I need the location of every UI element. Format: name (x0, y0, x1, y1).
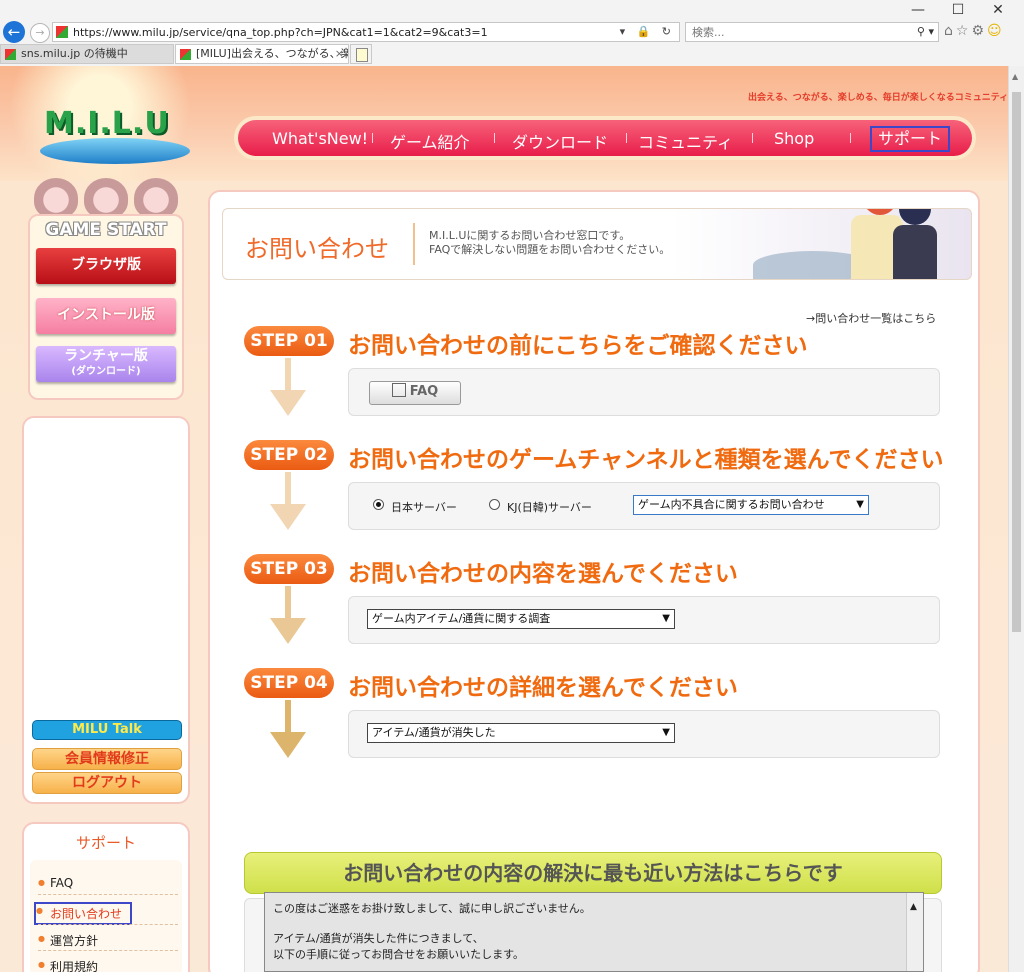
inquiry-header: お問い合わせ M.I.L.Uに関するお問い合わせ窓口です。 FAQで解決しない問… (222, 208, 972, 280)
star-icon[interactable]: ☆ (956, 23, 972, 39)
down-arrow-icon (268, 700, 308, 764)
address-url[interactable]: https://www.milu.jp/service/qna_top.php?… (73, 26, 488, 39)
browser-version-button[interactable]: ブラウザ版 (36, 248, 176, 284)
solution-box: 【解決方法(Solution)】 (244, 898, 942, 972)
milu-talk-button[interactable]: MILU Talk (32, 720, 182, 740)
category-select[interactable]: ゲーム内不具合に関するお問い合わせ ▼ (633, 495, 869, 515)
game-start-panel: GAME START ブラウザ版 インストール版 ランチャー版 (ダウンロード) (28, 178, 184, 400)
step-badge: STEP 01 (244, 326, 334, 356)
step-badge: STEP 02 (244, 440, 334, 470)
close-icon[interactable]: ✕ (978, 2, 1018, 18)
bear-mascot-icon (34, 178, 78, 218)
search-icon[interactable]: ⚲ ▾ (917, 25, 934, 38)
nav-community[interactable]: コミュニティ (638, 129, 733, 153)
tab-strip: sns.milu.jp の待機中 [MILU]出会える、つながる、楽し... × (0, 44, 1024, 64)
toolbar-icons: ⌂☆⚙☺ (944, 23, 1005, 39)
down-arrow-icon (268, 358, 308, 422)
support-item-faq[interactable]: FAQ (38, 876, 73, 890)
nav-download[interactable]: ダウンロード (512, 129, 608, 153)
address-controls[interactable]: ▾ 🔒 ↻ (620, 25, 675, 38)
home-icon[interactable]: ⌂ (944, 23, 956, 39)
chevron-down-icon: ▼ (856, 499, 864, 510)
gear-icon[interactable]: ⚙ (971, 23, 987, 39)
nav-game-intro[interactable]: ゲーム紹介 (390, 129, 470, 153)
step-title: お問い合わせの前にこちらをご確認ください (348, 333, 808, 359)
launcher-label: ランチャー版 (64, 348, 148, 364)
faq-icon (391, 383, 406, 397)
detail-select[interactable]: アイテム/通貨が消失した ▼ (367, 723, 675, 743)
support-item-policy[interactable]: 運営方針 (38, 932, 98, 949)
new-tab-icon (356, 48, 368, 62)
content-select[interactable]: ゲーム内アイテム/通貨に関する調査 ▼ (367, 609, 675, 629)
step-badge: STEP 03 (244, 554, 334, 584)
nav-whats-new[interactable]: What'sNew! (272, 129, 368, 148)
game-start-title: GAME START (45, 220, 167, 240)
support-menu: サポート FAQ お問い合わせ 運営方針 利用規約 (22, 822, 190, 972)
step-title: お問い合わせのゲームチャンネルと種類を選んでください (348, 447, 944, 473)
bear-mascot-icon (134, 178, 178, 218)
tab-close-icon[interactable]: × (335, 45, 344, 63)
nav-shop[interactable]: Shop (774, 129, 814, 148)
page: M.I.L.U 出会える、つながる、楽しめる、毎日が楽しくなるコミュニティゲーム… (0, 66, 1008, 972)
page-description: M.I.L.Uに関するお問い合わせ窓口です。 FAQで解決しない問題をお問い合わ… (429, 229, 671, 256)
support-menu-title: サポート (75, 834, 136, 852)
forward-button[interactable]: → (30, 23, 50, 43)
launcher-version-button[interactable]: ランチャー版 (ダウンロード) (36, 346, 176, 382)
minimize-icon[interactable]: — (898, 2, 938, 18)
step-title: お問い合わせの内容を選んでください (348, 561, 738, 587)
main-nav: What'sNew! ゲーム紹介 ダウンロード コミュニティ Shop サポート (234, 116, 976, 160)
page-scrollbar[interactable]: ▲ (1008, 66, 1024, 972)
inquiry-panel: お問い合わせ M.I.L.Uに関するお問い合わせ窓口です。 FAQで解決しない問… (208, 190, 980, 972)
member-edit-button[interactable]: 会員情報修正 (32, 748, 182, 770)
tagline: 出会える、つながる、楽しめる、毎日が楽しくなるコミュニティゲーム！！ (748, 93, 1008, 103)
scrollbar-thumb[interactable] (1012, 92, 1021, 632)
tab-favicon-icon (5, 49, 16, 60)
tab-label: [MILU]出会える、つながる、楽し... (196, 47, 348, 60)
solution-label: 【解決方法(Solution)】 (265, 935, 385, 948)
install-version-button[interactable]: インストール版 (36, 298, 176, 334)
inquiry-list-link[interactable]: →問い合わせ一覧はこちら (806, 310, 936, 326)
chevron-down-icon: ▼ (662, 727, 670, 738)
search-box[interactable]: ⚲ ▾ (685, 22, 939, 42)
logout-button[interactable]: ログアウト (32, 772, 182, 794)
page-title: お問い合わせ (245, 235, 389, 263)
step-title: お問い合わせの詳細を選んでください (348, 675, 738, 701)
address-bar[interactable]: https://www.milu.jp/service/qna_top.php?… (52, 22, 680, 42)
support-item-terms[interactable]: 利用規約 (38, 958, 98, 972)
tab-label: sns.milu.jp の待機中 (21, 47, 128, 60)
support-item-inquiry[interactable]: お問い合わせ (34, 902, 133, 925)
result-heading: お問い合わせの内容の解決に最も近い方法はこちらです (244, 852, 942, 894)
tab-favicon-icon (180, 49, 191, 60)
user-mini-panel: MILU Talk 会員情報修正 ログアウト (22, 416, 190, 804)
radio-japan-server[interactable]: 日本サーバー (373, 499, 457, 515)
browser-chrome: — ☐ ✕ ← → https://www.milu.jp/service/qna_… (0, 0, 1024, 66)
radio-kj-server[interactable]: KJ(日韓)サーバー (489, 499, 592, 515)
step-badge: STEP 04 (244, 668, 334, 698)
nav-support[interactable]: サポート (870, 126, 951, 152)
logo-text: M.I.L.U (44, 106, 170, 141)
chevron-down-icon: ▼ (662, 613, 670, 624)
site-favicon-icon (56, 26, 68, 38)
smiley-icon[interactable]: ☺ (987, 23, 1005, 39)
logo-wave (40, 138, 190, 164)
new-tab-button[interactable] (350, 44, 372, 64)
down-arrow-icon (268, 586, 308, 650)
down-arrow-icon (268, 472, 308, 536)
tab-sns[interactable]: sns.milu.jp の待機中 (0, 44, 174, 64)
back-button[interactable]: ← (3, 21, 25, 43)
bear-mascot-icon (84, 178, 128, 218)
tab-milu[interactable]: [MILU]出会える、つながる、楽し... × (175, 44, 349, 64)
faq-button[interactable]: FAQ (369, 381, 461, 405)
characters-illustration (753, 209, 971, 279)
window-controls: — ☐ ✕ (898, 2, 1018, 18)
launcher-sublabel: (ダウンロード) (71, 366, 141, 377)
maximize-icon[interactable]: ☐ (938, 2, 978, 18)
scroll-up-icon[interactable]: ▲ (1012, 72, 1018, 81)
search-input[interactable] (690, 25, 894, 40)
milu-logo[interactable]: M.I.L.U (40, 104, 200, 166)
